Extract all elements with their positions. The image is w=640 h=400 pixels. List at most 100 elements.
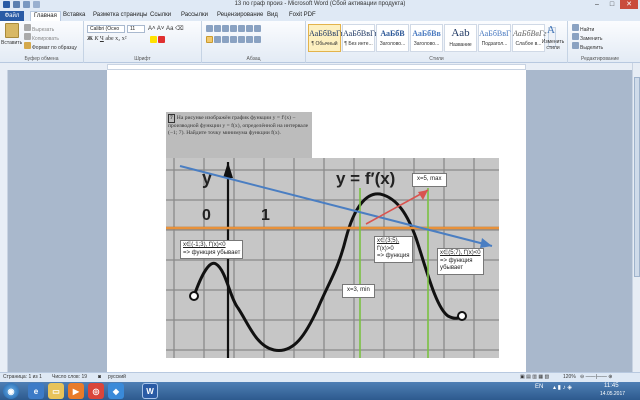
scrollbar-thumb[interactable] (634, 77, 640, 277)
select-icon (572, 42, 579, 49)
tick-label-zero: 0 (202, 207, 211, 224)
function-label: y = f′(x) (336, 169, 395, 188)
tick-label-one: 1 (261, 207, 270, 224)
tray-date[interactable]: 14.05.2017 (600, 391, 625, 397)
tab-references[interactable]: Ссылки (150, 12, 171, 18)
style-normal[interactable]: АаБбВвГг ¶ Обычный (308, 24, 344, 52)
style-heading-2[interactable]: АаБбВв Заголово... (410, 24, 443, 52)
tab-page-layout[interactable]: Разметка страницы (93, 12, 147, 18)
sort-icon (246, 25, 253, 32)
explorer-icon[interactable]: ▭ (48, 383, 64, 399)
align-buttons[interactable] (206, 36, 262, 45)
scissors-icon (24, 24, 31, 31)
font-group: Calibri (Осно 11 A˄ A˅ Аа ⌫ Ж К Ч abe x₂… (84, 21, 202, 63)
decrease-indent-icon (230, 25, 237, 32)
brush-icon (24, 42, 31, 49)
note-decreasing-interval-2: x∈(5;7), f'(x)<0 => функция убывает (437, 248, 484, 275)
font-size-combo[interactable]: 11 (127, 25, 145, 33)
change-styles-group: A Изменить стили (538, 21, 568, 63)
numbering-icon (214, 25, 221, 32)
status-words[interactable]: Число слов: 19 (52, 374, 87, 380)
zoom-slider[interactable]: ⊖ ——|—— ⊕ (580, 374, 612, 380)
copy-icon (24, 33, 31, 40)
curve-end-point (457, 311, 467, 321)
find-button[interactable]: Найти (572, 24, 594, 33)
tab-view[interactable]: Вид (267, 12, 278, 18)
curve-start-point (189, 291, 199, 301)
select-button[interactable]: Выделить (572, 42, 603, 51)
style-subtitle[interactable]: АаБбВвГ Подзагол... (478, 24, 511, 52)
tray-icons[interactable]: ▴ ▮ ♪ ◈ (553, 384, 572, 391)
replace-button[interactable]: Заменить (572, 33, 602, 42)
tab-mailings[interactable]: Рассылки (181, 12, 208, 18)
ribbon: Вставить Вырезать Копировать Формат по о… (0, 21, 640, 63)
title-bar: 13 по граф произ - Microsoft Word (Сбой … (0, 0, 640, 11)
font-format-buttons[interactable]: Ж К Ч abe x₂ x² (87, 36, 127, 42)
replace-icon (572, 33, 579, 40)
vertical-scrollbar[interactable] (632, 63, 640, 372)
tab-review[interactable]: Рецензирование (217, 12, 263, 18)
start-button[interactable]: ◉ (3, 383, 19, 399)
style-no-spacing[interactable]: АаБбВвГг ¶ Без инте... (342, 24, 378, 52)
increase-indent-icon (238, 25, 245, 32)
font-name-combo[interactable]: Calibri (Осно (87, 25, 125, 33)
minimize-button[interactable]: – (590, 0, 604, 9)
clipboard-group: Вставить Вырезать Копировать Формат по о… (0, 21, 84, 63)
justify-icon (230, 36, 237, 43)
multilevel-icon (222, 25, 229, 32)
tab-home[interactable]: Главная (30, 11, 61, 21)
font-size-buttons[interactable]: A˄ A˅ Аа ⌫ (148, 25, 184, 32)
style-title[interactable]: Aab Название (444, 24, 477, 52)
paragraph-group-label: Абзац (246, 56, 261, 62)
font-group-label: Шрифт (134, 56, 151, 62)
word-taskbar-icon[interactable]: W (142, 383, 158, 399)
cut-button[interactable]: Вырезать (24, 24, 54, 33)
copy-button[interactable]: Копировать (24, 33, 59, 42)
tab-insert[interactable]: Вставка (63, 12, 85, 18)
vertical-ruler[interactable] (0, 70, 8, 372)
change-styles-button[interactable]: Изменить стили (540, 39, 566, 51)
line-spacing-icon (238, 36, 245, 43)
problem-image: 7 На рисунке изображён график функции y =… (166, 112, 312, 158)
paragraph-group: Абзац (202, 21, 306, 63)
tray-time[interactable]: 11:45 (604, 383, 619, 389)
font-color-icon (158, 36, 165, 43)
view-buttons[interactable]: ▣ ▤ ▥ ▦ ▧ (520, 374, 549, 380)
align-center-icon (214, 36, 221, 43)
shading-icon (246, 36, 253, 43)
app-icon[interactable]: ◆ (108, 383, 124, 399)
tray-language[interactable]: EN (535, 384, 543, 390)
maximize-button[interactable]: □ (605, 0, 619, 9)
close-button[interactable]: ✕ (620, 0, 638, 9)
status-bar: Страница: 1 из 1 Число слов: 19 ◙ русски… (0, 372, 640, 382)
change-styles-icon[interactable]: A (547, 24, 555, 36)
problem-number: 7 (168, 114, 175, 123)
tab-foxit-pdf[interactable]: Foxit PDF (289, 12, 316, 18)
media-player-icon[interactable]: ▶ (68, 383, 84, 399)
zoom-level[interactable]: 120% (563, 374, 576, 380)
align-left-icon (206, 36, 213, 43)
problem-text-block: 7 На рисунке изображён график функции y =… (168, 114, 310, 137)
format-painter-button[interactable]: Формат по образцу (24, 42, 77, 51)
paste-icon[interactable] (5, 23, 19, 38)
note-increasing-interval: x∈(3;5), f'(x)>0 => функция (374, 236, 413, 263)
editing-group-label: Редактирование (580, 56, 620, 62)
taskbar: ◉ e ▭ ▶ ◎ ◆ W EN ▴ ▮ ♪ ◈ 11:45 14.05.201… (0, 382, 640, 400)
spellcheck-icon[interactable]: ◙ (98, 374, 101, 380)
highlight-color-buttons[interactable] (150, 36, 166, 45)
style-heading-1[interactable]: АаБбВ Заголово... (376, 24, 409, 52)
tab-file[interactable]: Файл (0, 11, 24, 21)
window-title: 13 по граф произ - Microsoft Word (Сбой … (234, 1, 406, 7)
status-page[interactable]: Страница: 1 из 1 (3, 374, 42, 380)
paste-button[interactable]: Вставить (1, 40, 22, 46)
note-decreasing-interval-1: x∈(-1;3), f'(x)<0 => функция убывает (180, 240, 244, 259)
bullets-icon (206, 25, 213, 32)
status-language[interactable]: русский (108, 374, 126, 380)
list-buttons[interactable] (206, 25, 262, 34)
chrome-icon[interactable]: ◎ (88, 383, 104, 399)
ie-icon[interactable]: e (28, 383, 44, 399)
problem-text: На рисунке изображён график функции y = … (168, 115, 309, 136)
highlight-icon (150, 36, 157, 43)
styles-group: АаБбВвГг ¶ Обычный АаБбВвГг ¶ Без инте... … (306, 21, 568, 63)
align-right-icon (222, 36, 229, 43)
